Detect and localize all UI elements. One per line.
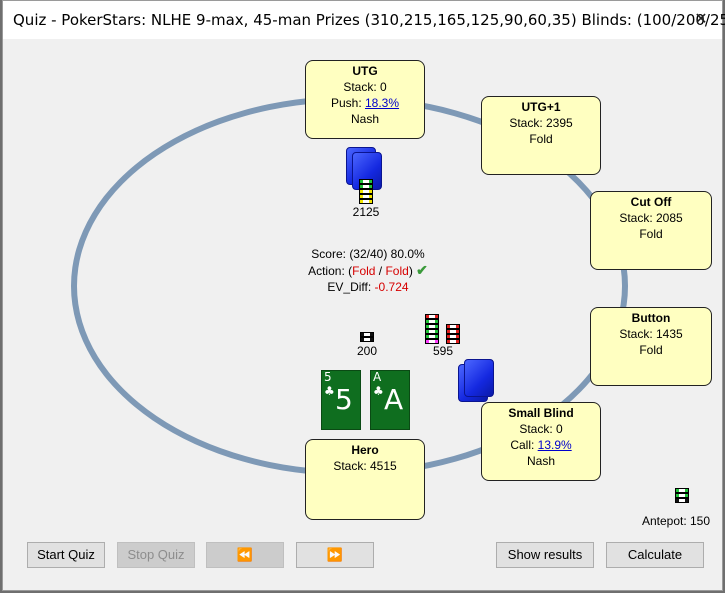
fast-forward-icon: ⏩ <box>326 547 344 562</box>
seat-name: UTG+1 <box>521 100 561 114</box>
stop-quiz-button[interactable]: Stop Quiz <box>117 542 195 568</box>
seat-stack: Stack: 4515 <box>333 459 397 473</box>
ev-diff-label: EV_Diff: <box>327 280 375 294</box>
small-blind-chip-stack-1 <box>425 314 439 344</box>
hero-chip-stack <box>360 332 374 342</box>
action-chosen: Fold <box>385 264 409 278</box>
small-blind-bet-amount: 595 <box>432 344 454 358</box>
antepot-chip-stack <box>675 488 689 503</box>
seat-stack: Stack: 2085 <box>619 211 683 225</box>
window-title: Quiz - PokerStars: NLHE 9-max, 45-man Pr… <box>13 11 725 29</box>
seat-name: Hero <box>351 443 379 457</box>
club-icon: ♣ <box>373 384 384 398</box>
seat-action: Fold <box>639 343 663 357</box>
club-icon: ♣ <box>324 384 335 398</box>
chip <box>359 199 373 204</box>
seat-hero: Hero Stack: 4515 <box>305 439 425 520</box>
rewind-icon: ⏪ <box>236 547 254 562</box>
action-prefix: Push: <box>330 96 365 110</box>
seat-name: Cut Off <box>630 195 672 209</box>
seat-cut-off: Cut Off Stack: 2085 Fold <box>590 191 712 270</box>
card-rank-center: A <box>384 383 404 416</box>
seat-name: Small Blind <box>508 406 574 420</box>
title-bar: Quiz - PokerStars: NLHE 9-max, 45-man Pr… <box>3 1 725 39</box>
seat-small-blind: Small Blind Stack: 0 Call: 13.9% Nash <box>481 402 601 481</box>
push-range-link[interactable]: 18.3% <box>365 96 399 110</box>
rewind-button[interactable]: ⏪ <box>206 542 284 568</box>
show-results-button[interactable]: Show results <box>496 542 594 568</box>
action-prefix: Call: <box>510 438 538 452</box>
seat-button: Button Stack: 1435 Fold <box>590 307 712 386</box>
score-line: Score: (32/40) 80.0% <box>311 247 425 261</box>
ev-diff-line: EV_Diff: -0.724 <box>293 279 443 295</box>
antepot-label: Antepot: 150 <box>641 514 711 528</box>
seat-stack: Stack: 0 <box>343 80 387 94</box>
card-rank-corner: A <box>373 370 382 384</box>
utg-bet-amount: 2125 <box>352 205 380 219</box>
seat-action: Call: 13.9% <box>482 437 600 453</box>
calculate-button[interactable]: Calculate <box>606 542 704 568</box>
call-range-link[interactable]: 13.9% <box>538 438 572 452</box>
seat-note: Nash <box>526 454 555 468</box>
quiz-window: Quiz - PokerStars: NLHE 9-max, 45-man Pr… <box>2 0 725 591</box>
seat-utg: UTG Stack: 0 Push: 18.3% Nash <box>305 60 425 139</box>
hero-bet-amount: 200 <box>356 344 378 358</box>
start-quiz-button[interactable]: Start Quiz <box>27 542 105 568</box>
action-line: Action: (Fold / Fold) ✔ <box>293 262 443 279</box>
chip <box>360 337 374 342</box>
seat-name: UTG <box>352 64 378 78</box>
checkmark-icon: ✔ <box>416 262 428 278</box>
card-rank-center: 5 <box>335 383 353 416</box>
seat-stack: Stack: 2395 <box>509 116 573 130</box>
seat-action: Fold <box>529 132 553 146</box>
forward-button[interactable]: ⏩ <box>296 542 374 568</box>
seat-stack: Stack: 0 <box>519 422 563 436</box>
utg-chip-stack <box>359 179 373 204</box>
hero-card-2: A ♣ A <box>370 370 410 430</box>
seat-action: Push: 18.3% <box>306 95 424 111</box>
close-icon[interactable]: ✕ <box>686 7 716 33</box>
seat-utg-plus-1: UTG+1 Stack: 2395 Fold <box>481 96 601 175</box>
action-close: ) <box>408 264 413 278</box>
action-label: Action: ( <box>308 264 353 278</box>
small-blind-chip-stack-2 <box>446 324 460 344</box>
card-rank-corner: 5 <box>324 370 332 384</box>
score-panel: Score: (32/40) 80.0% Action: (Fold / Fol… <box>293 246 443 295</box>
small-blind-card-back-2 <box>464 359 494 397</box>
hero-card-1: 5 ♣ 5 <box>321 370 361 430</box>
action-correct: Fold <box>352 264 376 278</box>
action-separator: / <box>375 264 386 278</box>
seat-name: Button <box>631 311 671 325</box>
seat-note: Nash <box>350 112 379 126</box>
seat-stack: Stack: 1435 <box>619 327 683 341</box>
seat-action: Fold <box>639 227 663 241</box>
chip <box>675 498 689 503</box>
ev-diff-value: -0.724 <box>374 280 409 294</box>
